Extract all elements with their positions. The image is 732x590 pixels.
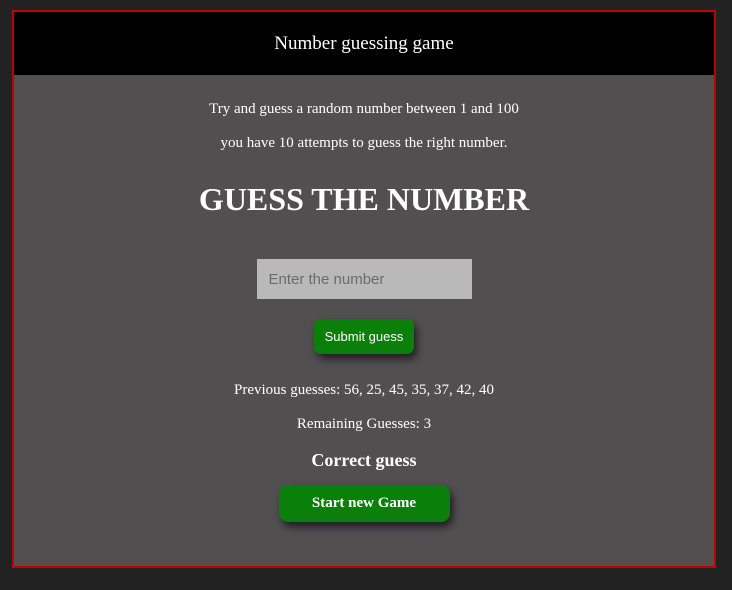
- app-title: Number guessing game: [274, 32, 454, 54]
- submit-guess-button[interactable]: Submit guess: [314, 319, 414, 354]
- game-content: Try and guess a random number between 1 …: [14, 75, 714, 522]
- intro-line-2: you have 10 attempts to guess the right …: [220, 135, 508, 151]
- page-title: GUESS THE NUMBER: [198, 181, 530, 217]
- guess-input[interactable]: [256, 259, 472, 299]
- intro-line-1: Try and guess a random number between 1 …: [209, 101, 519, 117]
- start-new-game-button[interactable]: Start new Game: [278, 485, 450, 522]
- previous-guesses: Previous guesses: 56, 25, 45, 35, 37, 42…: [234, 382, 494, 398]
- remaining-guesses: Remaining Guesses: 3: [296, 416, 432, 432]
- app-header: Number guessing game: [14, 12, 714, 75]
- game-panel: Number guessing game Try and guess a ran…: [12, 10, 716, 568]
- result-message: Correct guess: [311, 450, 417, 470]
